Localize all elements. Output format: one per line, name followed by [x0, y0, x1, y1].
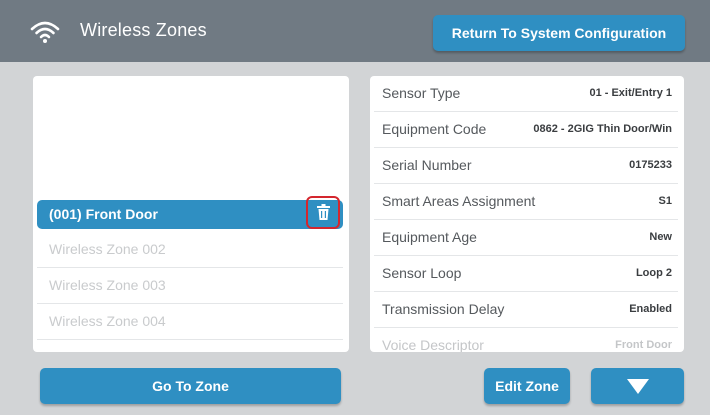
zone-item-001[interactable]: (001) Front Door: [37, 196, 343, 229]
property-label: Transmission Delay: [382, 301, 505, 317]
property-label: Smart Areas Assignment: [382, 193, 536, 209]
property-label: Sensor Type: [382, 85, 461, 101]
property-value: Loop 2: [635, 267, 672, 279]
trash-icon: [317, 204, 330, 220]
property-value: Front Door: [615, 339, 672, 351]
property-row-equipment-age[interactable]: Equipment Age New: [374, 220, 678, 256]
zone-properties-panel: Sensor Type 01 - Exit/Entry 1 Equipment …: [370, 76, 684, 352]
zone-list: (001) Front Door Wireless Zone 002 Wirel…: [33, 196, 349, 340]
property-value: New: [649, 231, 672, 243]
property-label: Serial Number: [382, 157, 472, 173]
scroll-down-button[interactable]: [591, 368, 684, 404]
property-row-sensor-loop[interactable]: Sensor Loop Loop 2: [374, 256, 678, 292]
property-row-serial-number[interactable]: Serial Number 0175233: [374, 148, 678, 184]
edit-zone-button[interactable]: Edit Zone: [484, 368, 570, 404]
property-value: 01 - Exit/Entry 1: [589, 87, 672, 99]
delete-zone-button[interactable]: [306, 196, 340, 229]
page-title: Wireless Zones: [80, 20, 207, 40]
property-label: Equipment Age: [382, 229, 477, 245]
go-to-zone-button[interactable]: Go To Zone: [40, 368, 341, 404]
triangle-down-icon: [627, 379, 649, 394]
property-value: S1: [658, 195, 672, 207]
property-value: 0175233: [629, 159, 672, 171]
zone-item-002[interactable]: Wireless Zone 002: [37, 232, 343, 268]
property-row-voice-descriptor[interactable]: Voice Descriptor Front Door: [374, 328, 678, 352]
zone-item-003[interactable]: Wireless Zone 003: [37, 268, 343, 304]
return-to-system-configuration-button[interactable]: Return To System Configuration: [433, 15, 685, 51]
property-row-transmission-delay[interactable]: Transmission Delay Enabled: [374, 292, 678, 328]
property-label: Sensor Loop: [382, 265, 462, 281]
zone-item-004[interactable]: Wireless Zone 004: [37, 304, 343, 340]
property-label: Voice Descriptor: [382, 337, 484, 352]
zone-item-label: (001) Front Door: [49, 206, 158, 222]
property-label: Equipment Code: [382, 121, 487, 137]
wifi-icon: [30, 21, 60, 43]
property-value: Enabled: [629, 303, 672, 315]
property-row-equipment-code[interactable]: Equipment Code 0862 - 2GIG Thin Door/Win: [374, 112, 678, 148]
property-row-smart-areas-assignment[interactable]: Smart Areas Assignment S1: [374, 184, 678, 220]
title-bar: Wireless Zones Return To System Configur…: [0, 0, 710, 62]
property-row-sensor-type[interactable]: Sensor Type 01 - Exit/Entry 1: [374, 76, 678, 112]
property-value: 0862 - 2GIG Thin Door/Win: [533, 123, 672, 135]
zone-list-panel: (001) Front Door Wireless Zone 002 Wirel…: [33, 76, 349, 352]
